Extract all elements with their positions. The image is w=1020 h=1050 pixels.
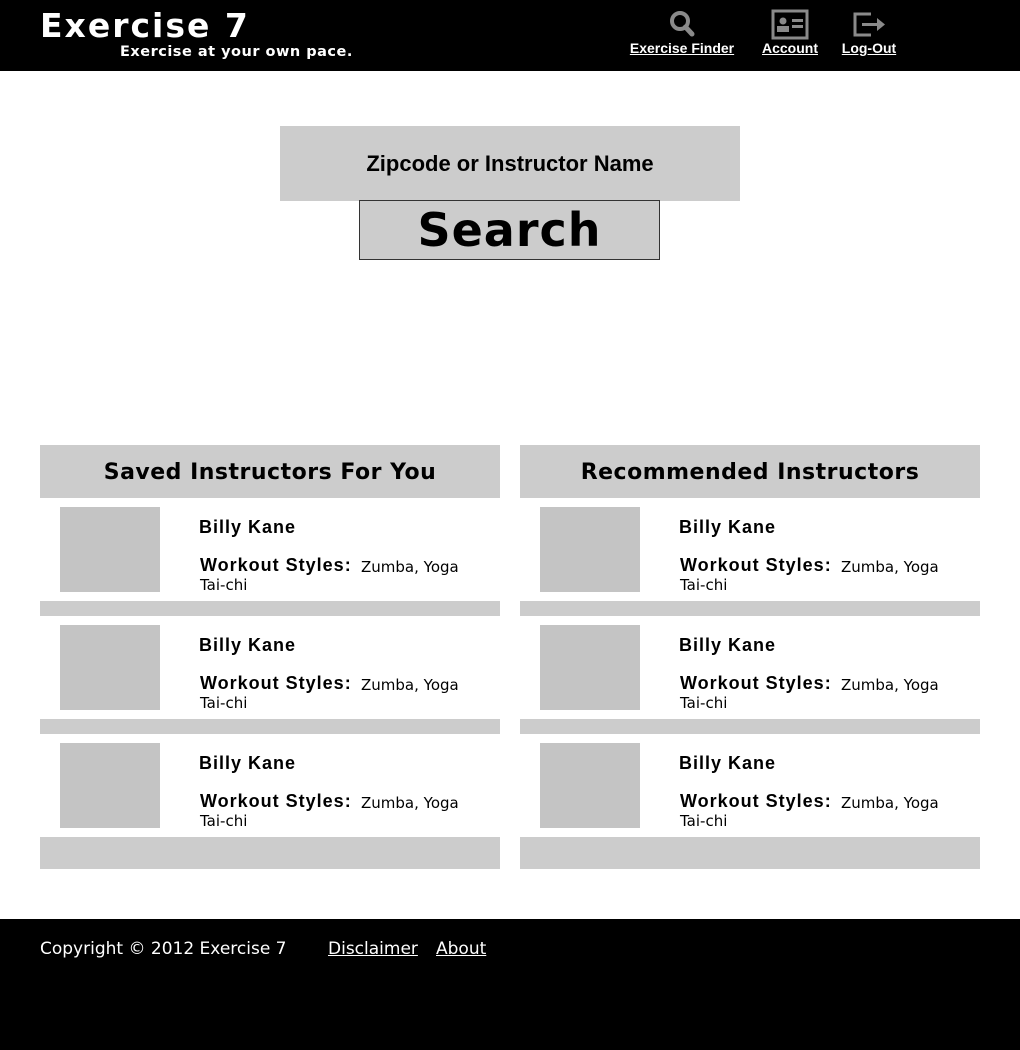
instructor-name: Billy Kane: [679, 517, 777, 537]
workout-styles-value: Zumba, Yoga: [361, 558, 459, 576]
instructor-name: Billy Kane: [679, 635, 777, 655]
saved-instructors-panel: Saved Instructors For You Billy Kane Wor…: [40, 445, 500, 869]
instructor-card[interactable]: Billy Kane Workout Styles: Zumba, Yoga T…: [520, 625, 980, 719]
panel-footer-bar: [520, 837, 980, 869]
card-divider: [40, 719, 500, 734]
search-icon: [670, 11, 695, 37]
instructor-card[interactable]: Billy Kane Workout Styles: Zumba, Yoga T…: [40, 625, 500, 719]
site-footer: Copyright © 2012 Exercise 7 Disclaimer A…: [0, 919, 1020, 1050]
saved-instructors-title: Saved Instructors For You: [40, 445, 500, 498]
workout-styles-label: Workout Styles:: [200, 555, 352, 575]
instructor-card[interactable]: Billy Kane Workout Styles: Zumba, Yoga T…: [40, 507, 500, 601]
workout-styles-label: Workout Styles:: [680, 673, 832, 693]
nav-exercise-finder-label: Exercise Finder: [629, 40, 735, 56]
nav-exercise-finder[interactable]: Exercise Finder: [624, 8, 740, 56]
instructor-photo: [60, 743, 160, 828]
site-header: Exercise 7 Exercise at your own pace. Ex…: [0, 0, 1020, 71]
workout-styles-more: Tai-chi: [200, 576, 248, 594]
nav-account[interactable]: Account: [756, 8, 824, 56]
search-input[interactable]: [280, 126, 740, 201]
workout-styles-value: Zumba, Yoga: [361, 794, 459, 812]
instructor-card[interactable]: Billy Kane Workout Styles: Zumba, Yoga T…: [40, 743, 500, 837]
workout-styles-label: Workout Styles:: [680, 555, 832, 575]
nav-logout-label: Log-Out: [841, 40, 897, 56]
copyright-text: Copyright © 2012 Exercise 7: [40, 939, 287, 959]
recommended-instructors-panel: Recommended Instructors Billy Kane Worko…: [520, 445, 980, 869]
card-divider: [520, 601, 980, 616]
panel-footer-bar: [40, 837, 500, 869]
workout-styles-label: Workout Styles:: [680, 791, 832, 811]
instructor-photo: [540, 625, 640, 710]
instructor-photo: [60, 625, 160, 710]
workout-styles-value: Zumba, Yoga: [841, 676, 939, 694]
workout-styles-more: Tai-chi: [200, 812, 248, 830]
account-card-icon: [771, 9, 809, 40]
site-logo-title[interactable]: Exercise 7: [40, 6, 250, 46]
workout-styles-more: Tai-chi: [200, 694, 248, 712]
instructor-card[interactable]: Billy Kane Workout Styles: Zumba, Yoga T…: [520, 743, 980, 837]
workout-styles-value: Zumba, Yoga: [841, 794, 939, 812]
recommended-instructors-title: Recommended Instructors: [520, 445, 980, 498]
instructor-card[interactable]: Billy Kane Workout Styles: Zumba, Yoga T…: [520, 507, 980, 601]
about-link[interactable]: About: [436, 938, 486, 960]
instructor-photo: [540, 743, 640, 828]
search-button[interactable]: Search: [359, 200, 660, 260]
logout-icon: [853, 12, 885, 37]
workout-styles-more: Tai-chi: [680, 812, 728, 830]
instructor-name: Billy Kane: [199, 635, 297, 655]
card-divider: [40, 601, 500, 616]
workout-styles-more: Tai-chi: [680, 576, 728, 594]
workout-styles-more: Tai-chi: [680, 694, 728, 712]
nav-logout[interactable]: Log-Out: [836, 8, 902, 56]
workout-styles-value: Zumba, Yoga: [841, 558, 939, 576]
site-tagline: Exercise at your own pace.: [120, 44, 353, 60]
nav-account-label: Account: [762, 40, 818, 56]
instructor-name: Billy Kane: [199, 753, 297, 773]
instructor-name: Billy Kane: [199, 517, 297, 537]
instructor-photo: [60, 507, 160, 592]
workout-styles-label: Workout Styles:: [200, 673, 352, 693]
disclaimer-link[interactable]: Disclaimer: [328, 938, 418, 960]
instructor-name: Billy Kane: [679, 753, 777, 773]
workout-styles-label: Workout Styles:: [200, 791, 352, 811]
instructor-photo: [540, 507, 640, 592]
card-divider: [520, 719, 980, 734]
workout-styles-value: Zumba, Yoga: [361, 676, 459, 694]
